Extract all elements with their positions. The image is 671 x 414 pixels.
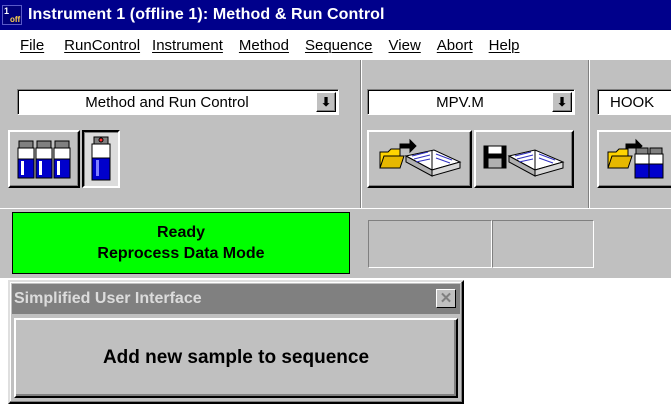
multiple-vials-icon <box>17 140 71 179</box>
menu-abort[interactable]: Abort <box>437 37 473 54</box>
add-sample-button[interactable]: Add new sample to sequence <box>14 318 458 398</box>
close-button[interactable]: ✕ <box>436 289 456 308</box>
menu-view[interactable]: View <box>389 37 421 54</box>
window-title: Instrument 1 (offline 1): Method & Run C… <box>28 6 385 23</box>
menu-runcontrol[interactable]: RunControl <box>64 37 140 54</box>
run-status-indicator: Ready Reprocess Data Mode <box>12 212 350 274</box>
toolbar: Method and Run Control ⬇ MPV.M ⬇ HOOK <box>0 60 671 208</box>
status-cell <box>492 220 594 268</box>
status-bar: Ready Reprocess Data Mode <box>0 208 671 278</box>
single-vial-button[interactable] <box>82 130 120 188</box>
save-method-button[interactable] <box>474 130 574 188</box>
menu-sequence[interactable]: Sequence <box>305 37 373 54</box>
app-icon-glyph-bottom: off <box>10 15 21 24</box>
load-sequence-icon <box>607 138 664 179</box>
view-select-dropdown-button[interactable]: ⬇ <box>316 92 336 112</box>
toolbar-separator <box>588 60 590 208</box>
simplified-ui-titlebar: Simplified User Interface ✕ <box>12 284 460 314</box>
method-select-value: MPV.M <box>436 93 484 111</box>
toolbar-separator <box>360 60 362 208</box>
menu-instrument[interactable]: Instrument <box>152 37 223 54</box>
close-icon: ✕ <box>439 290 453 307</box>
chevron-down-icon: ⬇ <box>320 95 332 109</box>
status-line-mode: Reprocess Data Mode <box>97 245 265 262</box>
app-icon-glyph-top: 1 <box>4 6 10 16</box>
sequence-select[interactable]: HOOK <box>597 89 671 115</box>
chevron-down-icon: ⬇ <box>556 95 568 109</box>
sequence-select-value: HOOK <box>610 93 655 111</box>
status-cell <box>368 220 492 268</box>
method-select[interactable]: MPV.M ⬇ <box>367 89 575 115</box>
view-select[interactable]: Method and Run Control ⬇ <box>17 89 339 115</box>
menu-file[interactable]: File <box>20 37 44 54</box>
simplified-ui-window: Simplified User Interface ✕ Add new samp… <box>8 280 464 404</box>
instrument-app-icon[interactable]: 1 off <box>2 5 22 25</box>
window-titlebar: 1 off Instrument 1 (offline 1): Method &… <box>0 0 671 30</box>
single-vial-icon <box>91 136 111 181</box>
view-select-value: Method and Run Control <box>85 93 249 111</box>
simplified-ui-title: Simplified User Interface <box>14 290 202 307</box>
load-method-button[interactable] <box>367 130 472 188</box>
status-line-ready: Ready <box>156 224 206 241</box>
load-sequence-button[interactable] <box>597 130 671 188</box>
load-method-icon <box>378 138 461 177</box>
save-method-icon <box>483 145 565 177</box>
method-select-dropdown-button[interactable]: ⬇ <box>552 92 572 112</box>
menu-bar: File RunControl Instrument Method Sequen… <box>0 30 671 60</box>
menu-help[interactable]: Help <box>489 37 520 54</box>
multiple-vials-button[interactable] <box>8 130 80 188</box>
menu-method[interactable]: Method <box>239 37 289 54</box>
